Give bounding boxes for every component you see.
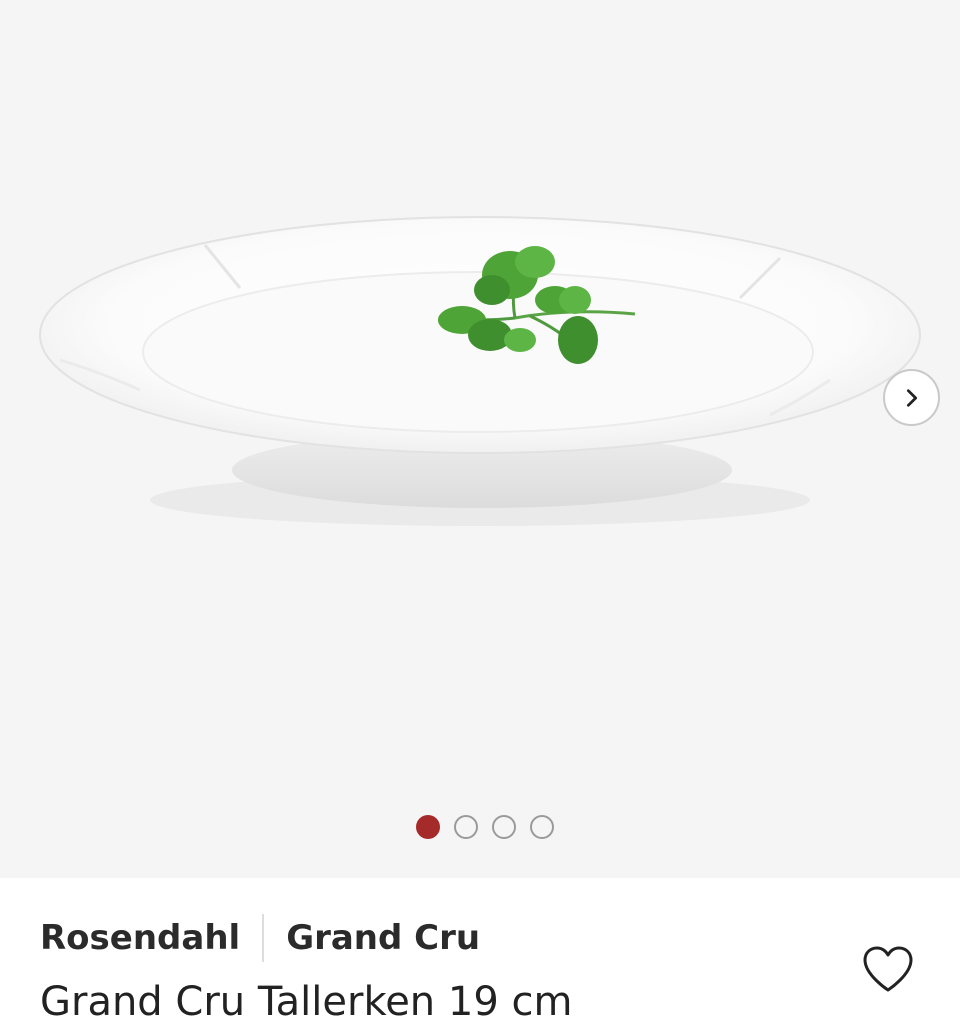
brand-line: Rosendahl Grand Cru bbox=[40, 914, 480, 962]
product-gallery bbox=[0, 0, 960, 878]
collection-link[interactable]: Grand Cru bbox=[286, 918, 480, 958]
carousel-dot[interactable] bbox=[416, 815, 440, 839]
heart-outline-icon bbox=[863, 946, 913, 992]
carousel-dot[interactable] bbox=[530, 815, 554, 839]
wishlist-button[interactable] bbox=[856, 938, 920, 1000]
product-title: Grand Cru Tallerken 19 cm bbox=[40, 979, 573, 1025]
brand-divider bbox=[262, 914, 265, 962]
carousel-dots bbox=[0, 815, 960, 839]
product-image bbox=[39, 216, 921, 526]
brand-link[interactable]: Rosendahl bbox=[40, 918, 240, 958]
chevron-right-icon bbox=[906, 388, 917, 407]
carousel-dot[interactable] bbox=[454, 815, 478, 839]
next-image-button[interactable] bbox=[883, 369, 940, 426]
carousel-dot[interactable] bbox=[492, 815, 516, 839]
